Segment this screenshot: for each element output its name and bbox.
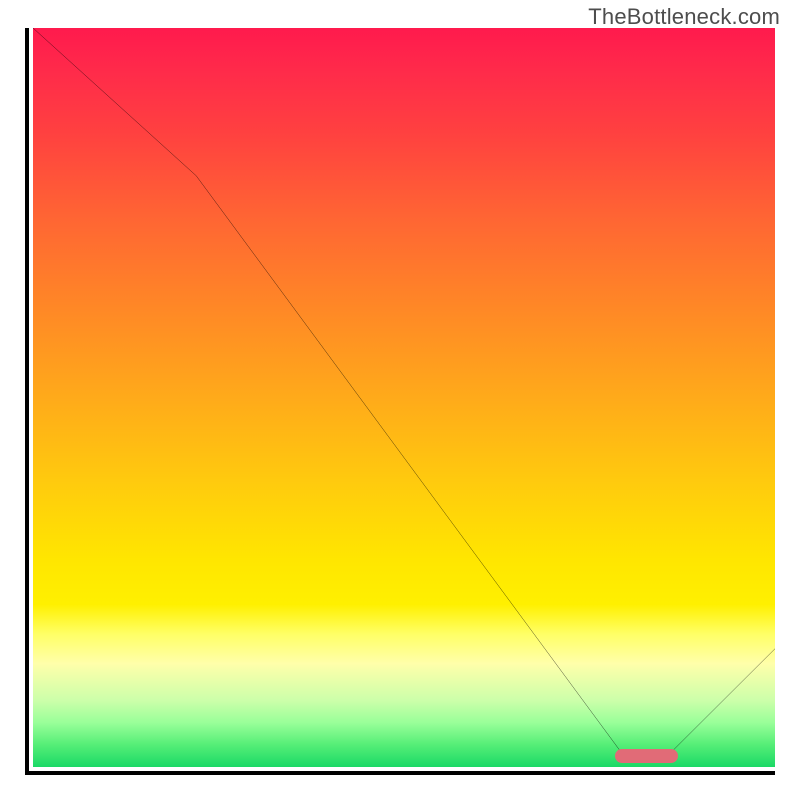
optimal-range-marker [615, 749, 678, 763]
watermark-text: TheBottleneck.com [588, 4, 780, 30]
bottleneck-curve-path [33, 28, 775, 760]
chart-plot-area [25, 28, 775, 775]
chart-line-svg [33, 28, 775, 767]
